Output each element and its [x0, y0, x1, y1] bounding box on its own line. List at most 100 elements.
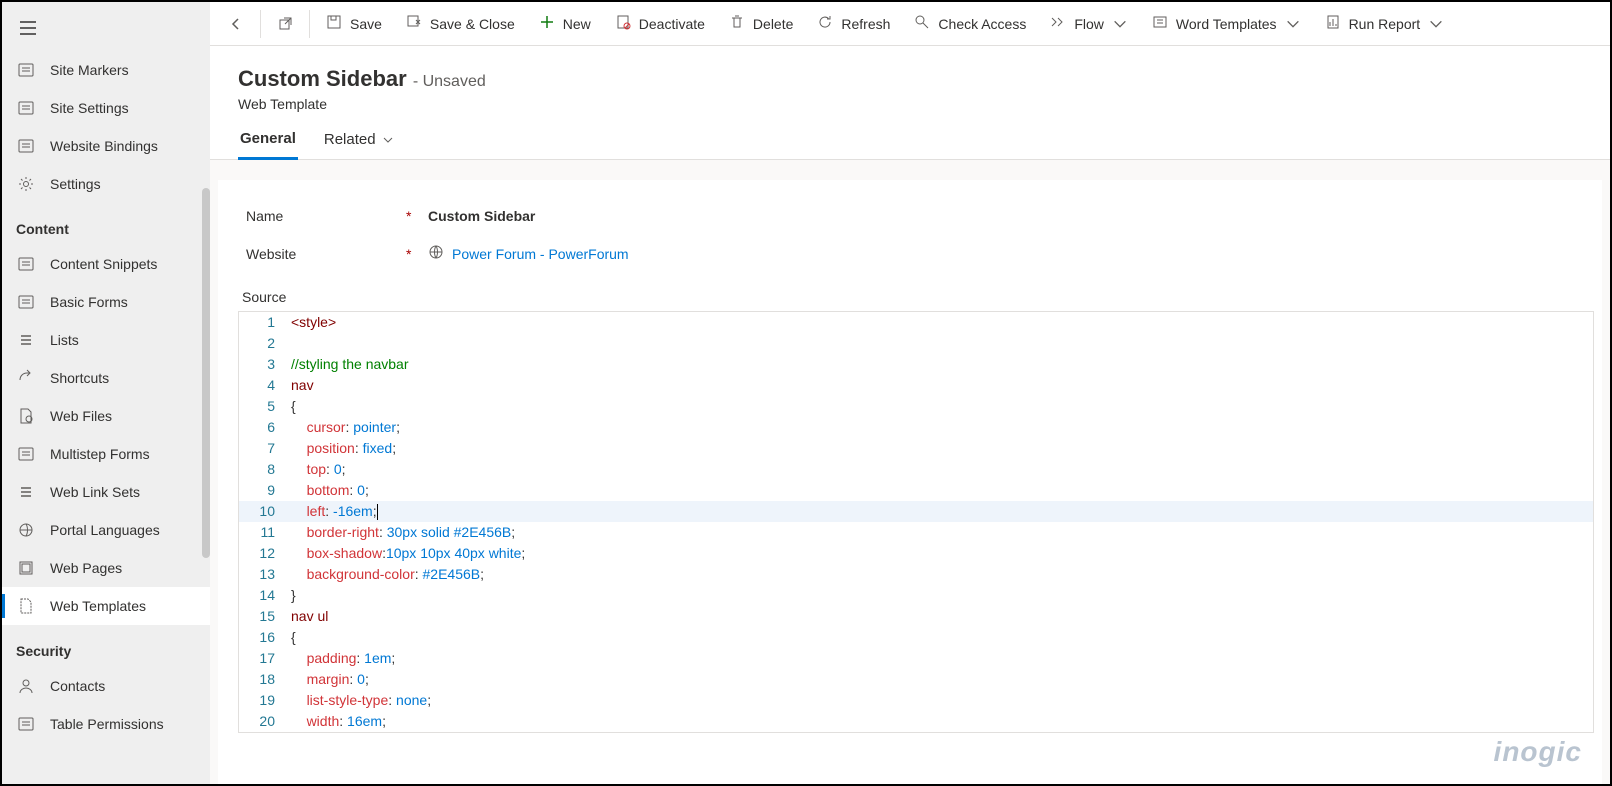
code-line[interactable]: 19 list-style-type: none; [239, 690, 1593, 711]
line-number: 20 [239, 711, 283, 732]
refresh-button[interactable]: Refresh [807, 6, 900, 42]
check-access-label: Check Access [938, 16, 1026, 32]
code-line[interactable]: 5{ [239, 396, 1593, 417]
sidebar-item-basic-forms[interactable]: Basic Forms [2, 283, 210, 321]
flow-button[interactable]: Flow [1040, 6, 1138, 42]
code-line[interactable]: 1<style> [239, 312, 1593, 333]
code-line[interactable]: 9 bottom: 0; [239, 480, 1593, 501]
flow-icon [1050, 14, 1066, 33]
sidebar-item-web-pages[interactable]: Web Pages [2, 549, 210, 587]
code-line[interactable]: 7 position: fixed; [239, 438, 1593, 459]
shortcut-icon [16, 369, 36, 387]
name-label: Name [246, 208, 396, 224]
linksets-icon [16, 483, 36, 501]
website-value[interactable]: Power Forum - PowerForum [428, 244, 629, 263]
snippets-icon [16, 255, 36, 273]
code-line[interactable]: 4nav [239, 375, 1593, 396]
popout-button[interactable] [267, 6, 303, 42]
word-templates-icon [1152, 14, 1168, 33]
run-report-button[interactable]: Run Report [1315, 6, 1455, 42]
check-access-button[interactable]: Check Access [904, 6, 1036, 42]
code-line[interactable]: 14} [239, 585, 1593, 606]
refresh-label: Refresh [841, 16, 890, 32]
field-website[interactable]: Website * Power Forum - PowerForum [218, 234, 1602, 273]
tableperm-icon [16, 715, 36, 733]
delete-button[interactable]: Delete [719, 6, 803, 42]
nav-label: Web Templates [50, 598, 146, 614]
webfiles-icon [16, 407, 36, 425]
back-button[interactable] [218, 6, 254, 42]
hamburger-button[interactable] [2, 10, 210, 51]
code-line[interactable]: 11 border-right: 30px solid #2E456B; [239, 522, 1593, 543]
sidebar-item-lists[interactable]: Lists [2, 321, 210, 359]
code-line[interactable]: 8 top: 0; [239, 459, 1593, 480]
code-line[interactable]: 2 [239, 333, 1593, 354]
delete-label: Delete [753, 16, 793, 32]
code-line[interactable]: 12 box-shadow:10px 10px 40px white; [239, 543, 1593, 564]
deactivate-label: Deactivate [639, 16, 705, 32]
line-number: 16 [239, 627, 283, 648]
webpages-icon [16, 559, 36, 577]
sidebar-item-multistep-forms[interactable]: Multistep Forms [2, 435, 210, 473]
line-number: 2 [239, 333, 283, 354]
section-content: Content [2, 203, 210, 245]
code-line[interactable]: 18 margin: 0; [239, 669, 1593, 690]
code-line[interactable]: 10 left: -16em; [239, 501, 1593, 522]
field-name[interactable]: Name * Custom Sidebar [218, 198, 1602, 234]
save-button[interactable]: Save [316, 6, 392, 42]
entity-type: Web Template [238, 96, 1582, 112]
code-line[interactable]: 13 background-color: #2E456B; [239, 564, 1593, 585]
webtemplates-icon [16, 597, 36, 615]
line-number: 10 [239, 501, 283, 522]
save-close-button[interactable]: Save & Close [396, 6, 525, 42]
code-line[interactable]: 17 padding: 1em; [239, 648, 1593, 669]
tab-related[interactable]: Related [322, 130, 396, 159]
sidebar-item-web-link-sets[interactable]: Web Link Sets [2, 473, 210, 511]
nav-label: Lists [50, 332, 79, 348]
sidebar-item-content-snippets[interactable]: Content Snippets [2, 245, 210, 283]
code-line[interactable]: 3//styling the navbar [239, 354, 1593, 375]
sidebar-item-site-markers[interactable]: Site Markers [2, 51, 210, 89]
sidebar-scrollbar[interactable] [202, 188, 210, 558]
record-header: Custom Sidebar - Unsaved Web Template [210, 46, 1610, 112]
word-templates-button[interactable]: Word Templates [1142, 6, 1311, 42]
sidebar-item-shortcuts[interactable]: Shortcuts [2, 359, 210, 397]
deactivate-icon [615, 14, 631, 33]
sidebar-item-web-files[interactable]: Web Files [2, 397, 210, 435]
sidebar-item-contacts[interactable]: Contacts [2, 667, 210, 705]
save-close-icon [406, 14, 422, 33]
sidebar-item-settings[interactable]: Settings [2, 165, 210, 203]
website-label: Website [246, 246, 396, 262]
line-number: 6 [239, 417, 283, 438]
code-line[interactable]: 16{ [239, 627, 1593, 648]
sidebar-item-portal-languages[interactable]: Portal Languages [2, 511, 210, 549]
delete-icon [729, 14, 745, 33]
line-number: 18 [239, 669, 283, 690]
nav-label: Multistep Forms [50, 446, 150, 462]
check-access-icon [914, 14, 930, 33]
code-line[interactable]: 6 cursor: pointer; [239, 417, 1593, 438]
code-line[interactable]: 20 width: 16em; [239, 711, 1593, 732]
globe-icon [428, 244, 444, 263]
site-markers-icon [16, 61, 36, 79]
section-security: Security [2, 625, 210, 667]
chevron-down-icon [1428, 16, 1444, 32]
code-line[interactable]: 15nav ul [239, 606, 1593, 627]
sidebar-item-table-permissions[interactable]: Table Permissions [2, 705, 210, 743]
tabs: General Related [210, 112, 1610, 160]
sidebar-item-website-bindings[interactable]: Website Bindings [2, 127, 210, 165]
nav-label: Portal Languages [50, 522, 160, 538]
source-label: Source [218, 285, 1602, 309]
sidebar-item-web-templates[interactable]: Web Templates [2, 587, 210, 625]
deactivate-button[interactable]: Deactivate [605, 6, 715, 42]
nav-label: Website Bindings [50, 138, 158, 154]
line-number: 11 [239, 522, 283, 543]
tab-general[interactable]: General [238, 130, 298, 160]
sidebar-item-site-settings[interactable]: Site Settings [2, 89, 210, 127]
sidebar: Site MarkersSite Settings Website Binding… [2, 2, 210, 784]
chevron-down-icon [382, 134, 394, 146]
source-editor[interactable]: 1<style>23//styling the navbar4nav5{6 cu… [238, 311, 1594, 733]
new-button[interactable]: New [529, 6, 601, 42]
nav-label: Content Snippets [50, 256, 157, 272]
chevron-down-icon [1285, 16, 1301, 32]
